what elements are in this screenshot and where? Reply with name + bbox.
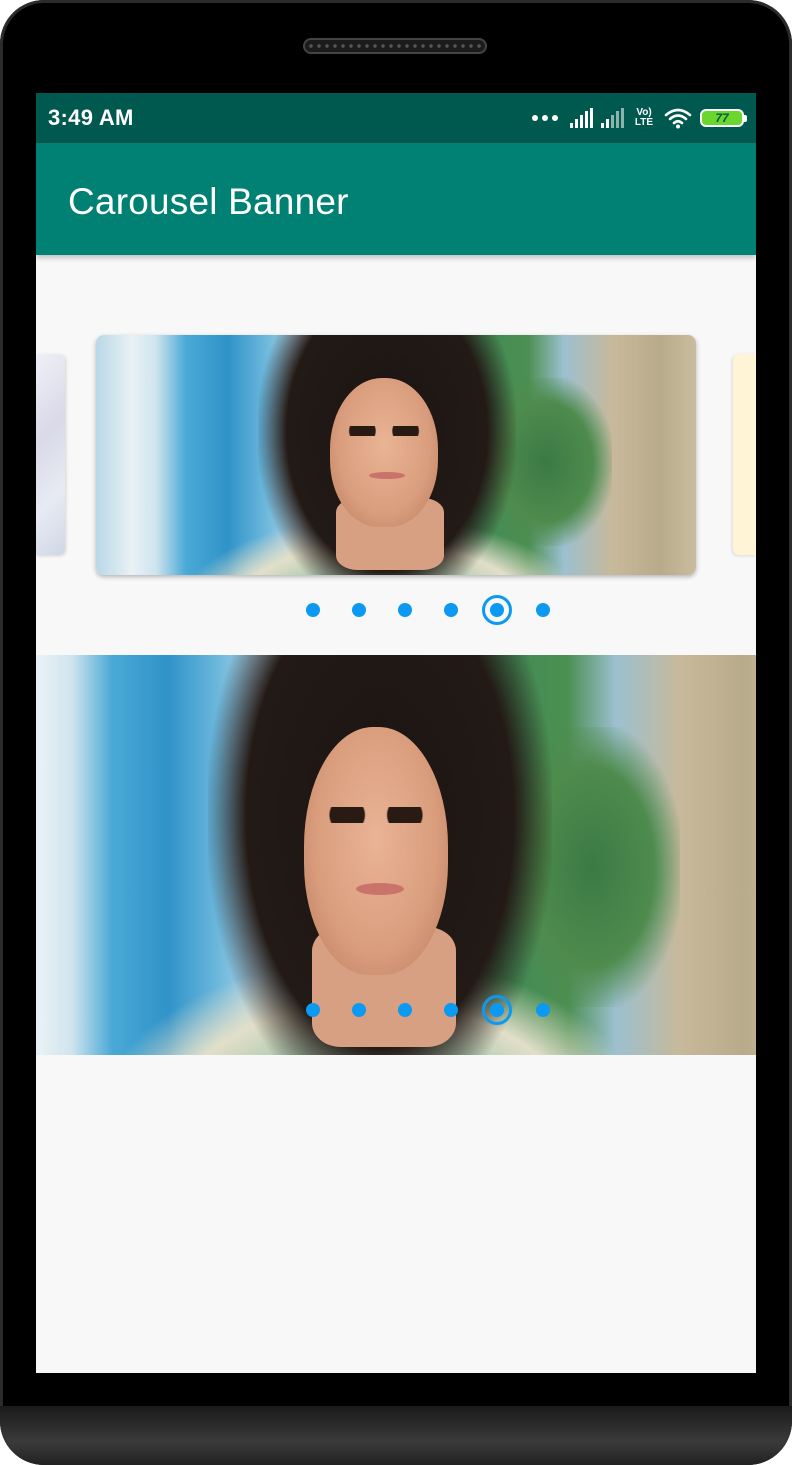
indicator-dot[interactable] [306,1003,320,1017]
indicator-dot[interactable] [398,603,412,617]
status-icons: Vo) LTE 77 [532,105,747,131]
status-time: 3:49 AM [48,105,134,130]
battery-icon: 77 [700,109,747,127]
indicator-dot[interactable] [352,603,366,617]
indicator-dot[interactable] [536,603,550,617]
banner-page-indicator [290,995,566,1025]
indicator-dot[interactable] [444,1003,458,1017]
signal-strength-icon-2 [601,108,624,128]
indicator-dot[interactable] [306,603,320,617]
app-title: Carousel Banner [68,181,349,222]
indicator-dot-active[interactable] [482,595,512,625]
carousel-image [96,335,696,575]
phone-frame: 3:49 AM Vo) LTE 77 Carousel Banner [0,0,792,1465]
signal-strength-icon [570,108,593,128]
indicator-dot-active[interactable] [482,995,512,1025]
more-notifications-icon [532,115,558,121]
full-width-banner[interactable] [36,655,756,1055]
carousel-page-indicator [290,595,566,625]
indicator-dot[interactable] [398,1003,412,1017]
wifi-icon [664,108,692,129]
status-bar: 3:49 AM Vo) LTE 77 [36,93,756,143]
app-toolbar: Carousel Banner [36,143,756,255]
carousel-prev-slide-peek[interactable] [36,354,65,555]
indicator-dot[interactable] [536,1003,550,1017]
volte-icon: Vo) LTE [634,107,654,128]
carousel-card[interactable] [96,335,696,575]
phone-bottom-bezel [0,1406,792,1465]
indicator-dot[interactable] [352,1003,366,1017]
earpiece-speaker [303,38,487,54]
carousel-next-slide-peek[interactable] [733,354,756,555]
indicator-dot[interactable] [444,603,458,617]
app-screen: 3:49 AM Vo) LTE 77 Carousel Banner [36,93,756,1373]
